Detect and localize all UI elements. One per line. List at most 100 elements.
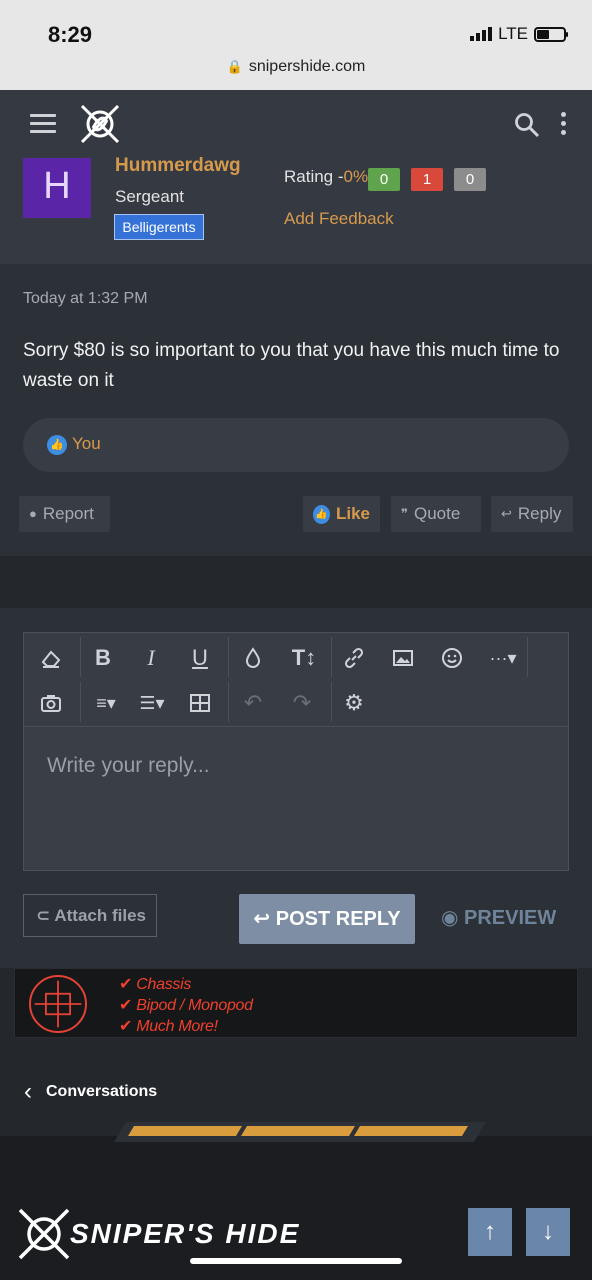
italic-icon[interactable]: I bbox=[134, 641, 168, 675]
reaction-users[interactable]: You bbox=[72, 434, 101, 454]
quote-button[interactable]: ❞ Quote bbox=[391, 496, 481, 532]
quick-reply: B I U T↕ ···▾ ≡▾ ☰▾ ↶ ↷ ⚙ Write your rep… bbox=[0, 608, 592, 968]
reply-button[interactable]: ↩ Reply bbox=[491, 496, 573, 532]
post-reply-label: POST REPLY bbox=[275, 908, 401, 930]
advertisement-banner[interactable]: ✔ Chassis ✔ Bipod / Monopod ✔ Much More! bbox=[14, 968, 578, 1038]
ad-line-text: Bipod / Monopod bbox=[136, 997, 253, 1014]
rating-percent: 0% bbox=[343, 167, 369, 186]
scroll-top-button[interactable]: ↑ bbox=[468, 1208, 512, 1256]
rating-text: Rating - bbox=[284, 167, 344, 186]
toolbar-divider bbox=[331, 682, 332, 722]
arrow-down-icon: ↓ bbox=[542, 1218, 554, 1245]
underline-icon[interactable]: U bbox=[183, 641, 217, 675]
ad-line: ✔ Much More! bbox=[119, 1018, 218, 1035]
battery-icon bbox=[534, 26, 568, 42]
reply-textarea[interactable]: Write your reply... bbox=[24, 728, 568, 870]
reply-arrow-icon: ↩ bbox=[253, 908, 271, 930]
avatar[interactable]: H bbox=[23, 158, 91, 218]
reply-label: Reply bbox=[517, 504, 562, 523]
chevron-left-icon: ‹ bbox=[24, 1078, 32, 1105]
editor-toolbar: B I U T↕ ···▾ ≡▾ ☰▾ ↶ ↷ ⚙ bbox=[24, 633, 568, 727]
like-button[interactable]: 👍 Like bbox=[303, 496, 380, 532]
align-icon[interactable]: ≡▾ bbox=[86, 686, 126, 720]
url-text: snipershide.com bbox=[248, 58, 366, 75]
rich-text-editor: B I U T↕ ···▾ ≡▾ ☰▾ ↶ ↷ ⚙ Write your rep… bbox=[23, 632, 569, 871]
ios-status-bar: 8:29 LTE 🔒 snipershide.com bbox=[0, 0, 592, 90]
network-label: LTE bbox=[498, 24, 528, 43]
toolbar-divider bbox=[228, 637, 229, 677]
rating-neutral-count: 0 bbox=[454, 168, 486, 191]
alert-icon: ● bbox=[29, 506, 37, 521]
post-author-header: H Hummerdawg Sergeant Belligerents Ratin… bbox=[0, 155, 592, 264]
ad-copy: ✔ Chassis ✔ Bipod / Monopod ✔ Much More! bbox=[119, 974, 253, 1037]
ad-line: ✔ Bipod / Monopod bbox=[119, 997, 253, 1014]
redo-icon[interactable]: ↷ bbox=[285, 686, 319, 720]
thumbs-up-icon: 👍 bbox=[47, 435, 67, 455]
paperclip-icon: ⊂ bbox=[36, 906, 51, 925]
home-indicator bbox=[190, 1258, 402, 1264]
gear-icon[interactable]: ⚙ bbox=[337, 686, 371, 720]
user-group-badge: Belligerents bbox=[114, 214, 204, 240]
search-icon[interactable] bbox=[514, 112, 540, 138]
toolbar-divider bbox=[527, 637, 528, 677]
thumbs-up-icon: 👍 bbox=[313, 504, 330, 524]
stripe bbox=[128, 1126, 242, 1136]
text-color-icon[interactable] bbox=[236, 641, 270, 675]
image-icon[interactable] bbox=[386, 641, 420, 675]
preview-label: PREVIEW bbox=[464, 907, 557, 929]
conversations-label: Conversations bbox=[46, 1083, 158, 1100]
vertical-dots-icon[interactable] bbox=[558, 112, 568, 138]
status-time: 8:29 bbox=[48, 22, 93, 47]
site-navbar bbox=[0, 90, 592, 158]
stripe bbox=[354, 1126, 468, 1136]
toolbar-divider bbox=[331, 637, 332, 677]
post-reply-button[interactable]: ↩ POST REPLY bbox=[239, 894, 415, 944]
link-icon[interactable] bbox=[337, 641, 371, 675]
toolbar-divider bbox=[228, 682, 229, 722]
footer-wordmark: SNIPER'S HIDE bbox=[70, 1218, 301, 1249]
address-bar[interactable]: 🔒 snipershide.com bbox=[0, 58, 592, 76]
conversations-link[interactable]: ‹ Conversations bbox=[0, 1038, 592, 1136]
post-timestamp[interactable]: Today at 1:32 PM bbox=[23, 290, 148, 308]
section-divider bbox=[0, 556, 592, 608]
post-message: Sorry $80 is so important to you that yo… bbox=[23, 340, 560, 391]
reply-arrow-icon: ↩ bbox=[501, 506, 512, 521]
stripe bbox=[241, 1126, 355, 1136]
undo-icon[interactable]: ↶ bbox=[236, 686, 270, 720]
scroll-bottom-button[interactable]: ↓ bbox=[526, 1208, 570, 1256]
quote-icon: ❞ bbox=[401, 506, 408, 521]
rating-positive-count: 0 bbox=[368, 168, 400, 191]
emoji-icon[interactable] bbox=[435, 641, 469, 675]
toolbar-divider bbox=[80, 637, 81, 677]
username-link[interactable]: Hummerdawg bbox=[115, 155, 241, 177]
reply-placeholder: Write your reply... bbox=[47, 754, 210, 777]
list-icon[interactable]: ☰▾ bbox=[132, 686, 172, 720]
toolbar-divider bbox=[80, 682, 81, 722]
signal-icon bbox=[470, 27, 493, 41]
attach-label: Attach files bbox=[54, 906, 146, 925]
ad-line-text: Much More! bbox=[136, 1018, 218, 1035]
eye-icon: ◉ bbox=[441, 907, 459, 929]
hamburger-icon[interactable] bbox=[30, 114, 56, 134]
more-options-icon[interactable]: ···▾ bbox=[482, 641, 524, 675]
snipers-hide-logo[interactable] bbox=[14, 1204, 74, 1264]
table-icon[interactable] bbox=[183, 686, 217, 720]
site-footer: SNIPER'S HIDE ↑ ↓ bbox=[0, 1136, 592, 1280]
arrow-up-icon: ↑ bbox=[484, 1218, 496, 1245]
reaction-summary-bar[interactable]: 👍 You bbox=[23, 418, 569, 472]
snipers-hide-logo[interactable] bbox=[76, 100, 124, 148]
clear-formatting-icon[interactable] bbox=[34, 641, 68, 675]
font-size-icon[interactable]: T↕ bbox=[282, 641, 326, 675]
attach-files-button[interactable]: ⊂ Attach files bbox=[23, 894, 157, 937]
preview-button[interactable]: ◉ PREVIEW bbox=[441, 905, 556, 930]
report-button[interactable]: ● Report bbox=[19, 496, 110, 532]
camera-icon[interactable] bbox=[34, 686, 68, 720]
rating-negative-count: 1 bbox=[411, 168, 443, 191]
quote-label: Quote bbox=[414, 504, 461, 523]
post-body: Today at 1:32 PM Sorry $80 is so importa… bbox=[0, 264, 592, 556]
bold-icon[interactable]: B bbox=[86, 641, 120, 675]
add-feedback-link[interactable]: Add Feedback bbox=[284, 209, 394, 229]
report-label: Report bbox=[42, 504, 94, 523]
footer-stripes bbox=[114, 1122, 486, 1142]
user-rank: Sergeant bbox=[115, 187, 184, 206]
